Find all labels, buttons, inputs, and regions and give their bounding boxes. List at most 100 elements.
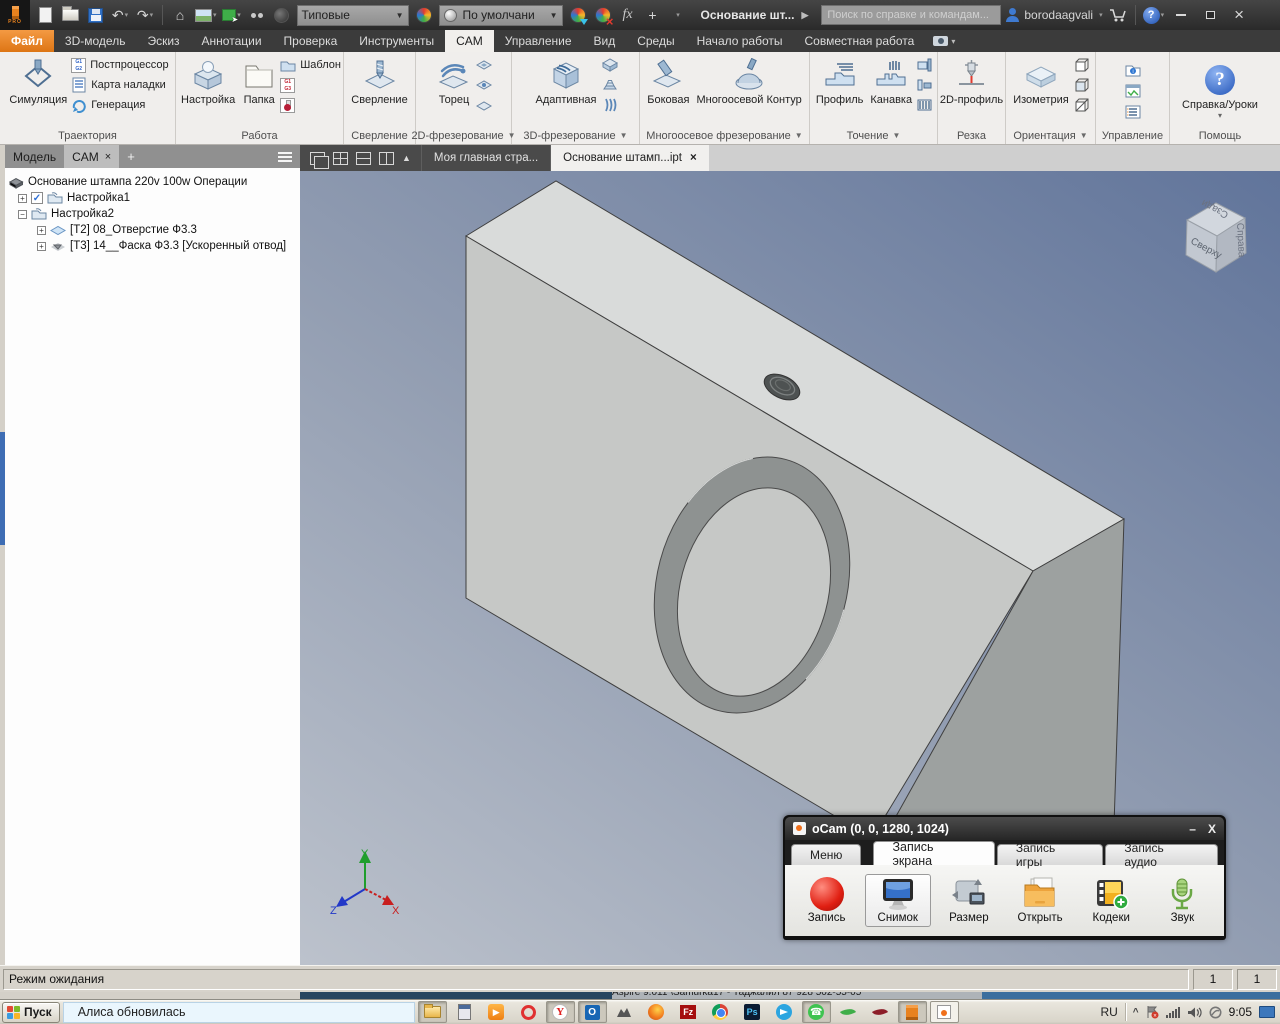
folder-button[interactable]: Папка: [239, 54, 279, 108]
adaptive-button[interactable]: Адаптивная: [532, 54, 599, 108]
open-button[interactable]: [60, 3, 80, 27]
parameters-button[interactable]: ▾: [222, 3, 242, 27]
taskbar-outlook-button[interactable]: O: [577, 1001, 607, 1023]
account-button[interactable]: borodaagvali ▾: [1006, 3, 1103, 27]
ocam-audio-record-tab[interactable]: Запись аудио: [1105, 841, 1218, 869]
simulate-button[interactable]: Симуляция: [6, 54, 70, 108]
ocam-codecs-button[interactable]: Кодеки: [1078, 875, 1144, 926]
setup-button[interactable]: Настройка: [178, 54, 238, 108]
taskbar-yandex-button[interactable]: Y: [545, 1001, 575, 1023]
fx-parameters-button[interactable]: fx: [618, 3, 638, 27]
isometric-button[interactable]: Изометрия: [1010, 54, 1072, 108]
pocket-2d-button[interactable]: [475, 56, 493, 74]
view-cube-3-button[interactable]: [1073, 96, 1091, 114]
taskbar-explorer-button[interactable]: [417, 1001, 447, 1023]
manage-machine-button[interactable]: [1124, 82, 1142, 100]
tab-3d-model[interactable]: 3D-модель: [54, 30, 137, 52]
redo-button[interactable]: ↷ ▾: [135, 3, 155, 27]
language-indicator[interactable]: RU: [1100, 1005, 1117, 1019]
view-cube-1-button[interactable]: [1073, 56, 1091, 74]
material-ball-button[interactable]: [272, 3, 292, 27]
help-lessons-button[interactable]: ? Справка/Уроки ▾: [1179, 59, 1261, 122]
clock[interactable]: 9:05: [1229, 1005, 1252, 1019]
tab-file[interactable]: Файл: [0, 30, 54, 52]
taskbar-opera-button[interactable]: [514, 1001, 543, 1023]
turn-part-button[interactable]: [916, 76, 934, 94]
qat-customize-button[interactable]: ▾: [668, 3, 688, 27]
start-button[interactable]: Пуск: [2, 1001, 60, 1023]
measure-button[interactable]: [247, 3, 267, 27]
taskbar-firefox-button[interactable]: [642, 1001, 671, 1023]
show-desktop-icon[interactable]: [1259, 1006, 1275, 1018]
taskbar-eagle-button[interactable]: [610, 1001, 639, 1023]
ocam-open-button[interactable]: Открыть: [1007, 875, 1073, 926]
close-tab-icon[interactable]: ×: [105, 151, 111, 163]
profile-2d-button[interactable]: 2D-профиль: [937, 54, 1006, 108]
title-expand-arrow[interactable]: ▶: [801, 10, 808, 21]
tab-collaborate[interactable]: Совместная работа: [794, 30, 926, 52]
taskbar-telegram-button[interactable]: [770, 1001, 799, 1023]
pattern-button[interactable]: Шаблон: [280, 56, 341, 74]
generate-button[interactable]: Генерация: [71, 96, 168, 114]
taskbar-photoshop-button[interactable]: Ps: [738, 1001, 767, 1023]
pocket-3d-button[interactable]: [601, 56, 619, 74]
turn-face-button[interactable]: [916, 56, 934, 74]
turn-thread-button[interactable]: [916, 96, 934, 114]
split-vertical-icon[interactable]: [379, 151, 394, 165]
color-wheel-button[interactable]: [414, 3, 434, 27]
taskbar-media-player-button[interactable]: ▶: [482, 1001, 511, 1023]
turn-groove-button[interactable]: Канавка: [867, 54, 915, 108]
home-button[interactable]: ⌂: [170, 3, 190, 27]
ocam-close-button[interactable]: X: [1208, 822, 1216, 836]
taskbar-ocam-button[interactable]: [929, 1001, 959, 1023]
ocam-titlebar[interactable]: oCam (0, 0, 1280, 1024) – X: [785, 817, 1224, 840]
expand-icon[interactable]: +: [37, 225, 46, 235]
flow-3d-button[interactable]: [601, 96, 619, 114]
taskbar-red-feather-button[interactable]: [866, 1001, 895, 1023]
appearance-adjust-button[interactable]: [568, 3, 588, 27]
screen-capture-addin-button[interactable]: ▾: [925, 30, 963, 52]
tab-cam[interactable]: CAM: [445, 30, 494, 52]
undo-button[interactable]: ↶ ▾: [110, 3, 130, 27]
minimize-button[interactable]: [1169, 5, 1193, 25]
ocam-minimize-button[interactable]: –: [1189, 822, 1196, 836]
network-signal-icon[interactable]: [1165, 1006, 1180, 1018]
store-button[interactable]: [1108, 3, 1128, 27]
tree-setup1[interactable]: + ✓ Настройка1: [9, 190, 296, 206]
power-plan-icon[interactable]: [1209, 1006, 1222, 1019]
expand-icon[interactable]: +: [18, 193, 27, 203]
tab-annotations[interactable]: Аннотации: [191, 30, 273, 52]
contour-2d-button[interactable]: [475, 76, 493, 94]
manage-list-button[interactable]: [1124, 103, 1142, 121]
close-button[interactable]: ×: [1227, 5, 1251, 25]
split-horizontal-icon[interactable]: [356, 151, 371, 165]
swarf-button[interactable]: Боковая: [644, 54, 692, 108]
tree-root[interactable]: Основание штампа 220v 100w Операции: [9, 174, 296, 190]
tab-tools[interactable]: Инструменты: [348, 30, 445, 52]
post-process-button[interactable]: G1 G2 Постпроцессор: [71, 56, 169, 74]
ocam-menu-tab[interactable]: Меню: [791, 844, 862, 865]
setup-sheet-button[interactable]: Карта наладки: [71, 76, 168, 94]
view-cube-2-button[interactable]: [1073, 76, 1091, 94]
qat-add-button[interactable]: +: [643, 3, 663, 27]
tab-sketch[interactable]: Эскиз: [136, 30, 190, 52]
hidden-icons-chevron[interactable]: ^: [1133, 1007, 1139, 1018]
expand-icon[interactable]: +: [37, 241, 46, 251]
taskbar-whatsapp-button[interactable]: ☎: [801, 1001, 831, 1023]
probe-button[interactable]: [280, 96, 341, 114]
collapse-icon[interactable]: −: [18, 209, 27, 219]
new-file-button[interactable]: [35, 3, 55, 27]
tree-setup2[interactable]: − Настройка2: [9, 206, 296, 222]
multiaxis-contour-button[interactable]: Многоосевой Контур: [693, 54, 804, 108]
browser-tab-model[interactable]: Модель: [5, 145, 64, 168]
material-style-select[interactable]: Типовые ▼: [296, 4, 409, 26]
browser-menu-button[interactable]: [270, 145, 300, 168]
ocam-size-button[interactable]: Размер: [936, 875, 1002, 926]
view-cube[interactable]: Сзади Сверху Справа: [1177, 193, 1255, 277]
cascade-windows-icon[interactable]: [310, 151, 329, 169]
alice-search-bar[interactable]: Алиса обновилась: [62, 1001, 415, 1023]
drill-button[interactable]: Сверление: [348, 54, 410, 108]
render-button[interactable]: ▾: [195, 3, 217, 27]
tab-view[interactable]: Вид: [583, 30, 627, 52]
ocam-snapshot-button[interactable]: Снимок: [864, 874, 931, 927]
